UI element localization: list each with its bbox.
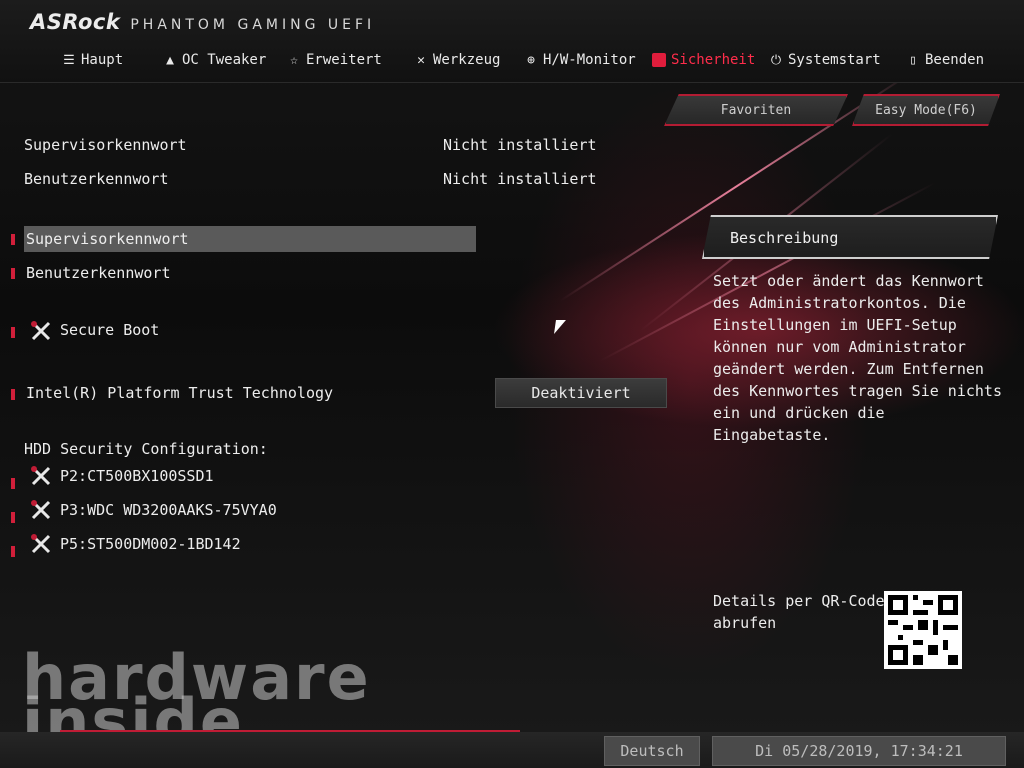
tab-erweitert[interactable]: ☆ Erweitert [287, 52, 382, 68]
tab-label: H/W-Monitor [543, 52, 636, 68]
favorites-button[interactable]: Favoriten [664, 94, 848, 126]
power-icon: ⏻ [770, 52, 782, 68]
exit-icon: ▯ [909, 52, 917, 68]
hdd-drive-item[interactable]: P3:WDC WD3200AAKS-75VYA0 [60, 501, 277, 519]
mouse-cursor-icon [554, 320, 566, 334]
list-icon: ☰ [63, 52, 75, 68]
ptt-option-label: Intel(R) Platform Trust Technology [26, 384, 334, 402]
row-marker [11, 546, 15, 557]
brand-name: ASRock [30, 10, 121, 34]
qr-code-image [888, 595, 958, 665]
crosshair-icon: ⊕ [527, 52, 535, 68]
tools-icon: ✕ [417, 52, 425, 68]
tab-sicherheit[interactable]: Sicherheit [652, 52, 755, 68]
top-bar: ASRock PHANTOM GAMING UEFI ☰ Haupt ▲ OC … [0, 0, 1024, 83]
row-marker [11, 512, 15, 523]
star-icon: ☆ [290, 52, 298, 68]
tab-label: Werkzeug [433, 52, 501, 68]
tab-beenden[interactable]: ▯ Beenden [906, 52, 984, 68]
row-marker [11, 389, 15, 400]
datetime-display: Di 05/28/2019, 17:34:21 [712, 736, 1006, 766]
main-nav: ☰ Haupt ▲ OC Tweaker ☆ Erweitert ✕ Werkz… [0, 52, 1024, 72]
tab-haupt[interactable]: ☰ Haupt [62, 52, 123, 68]
tab-label: Beenden [925, 52, 985, 68]
tab-label: Sicherheit [671, 52, 756, 68]
tab-hw-monitor[interactable]: ⊕ H/W-Monitor [524, 52, 636, 68]
brand-subtitle: PHANTOM GAMING UEFI [130, 17, 376, 33]
tab-werkzeug[interactable]: ✕ Werkzeug [414, 52, 500, 68]
status-supervisor-label: Supervisorkennwort [24, 136, 187, 154]
row-marker [11, 327, 15, 338]
qr-code [884, 591, 962, 669]
easy-mode-button[interactable]: Easy Mode(F6) [852, 94, 1000, 126]
tools-icon [31, 500, 51, 520]
tab-label: Systemstart [788, 52, 881, 68]
datetime-label: Di 05/28/2019, 17:34:21 [755, 742, 963, 760]
tools-icon [31, 534, 51, 554]
qr-label: Details per QR-Code abrufen [713, 592, 885, 632]
user-password-option[interactable]: Benutzerkennwort [26, 264, 171, 282]
description-title: Beschreibung [730, 229, 839, 247]
row-marker [11, 268, 15, 279]
ptt-value-button[interactable]: Deaktiviert [495, 378, 667, 408]
row-marker [11, 234, 15, 245]
easy-mode-label: Easy Mode(F6) [875, 102, 977, 118]
ptt-value: Deaktiviert [531, 384, 631, 402]
secure-boot-option[interactable]: Secure Boot [60, 321, 159, 339]
favorites-label: Favoriten [720, 102, 792, 118]
logo: ASRock PHANTOM GAMING UEFI [30, 10, 375, 34]
shield-icon [652, 53, 666, 67]
tools-icon [31, 466, 51, 486]
row-marker [11, 478, 15, 489]
description-text: Setzt oder ändert das Kennwort des Admin… [713, 272, 1002, 444]
rocket-icon: ▲ [166, 52, 174, 68]
tools-icon [31, 321, 51, 341]
language-button[interactable]: Deutsch [604, 736, 700, 766]
status-supervisor-value: Nicht installiert [443, 136, 597, 154]
hdd-drive-item[interactable]: P5:ST500DM002-1BD142 [60, 535, 241, 553]
status-user-label: Benutzerkennwort [24, 170, 169, 188]
hdd-heading: HDD Security Configuration: [24, 440, 268, 458]
status-user-value: Nicht installiert [443, 170, 597, 188]
hdd-drive-item[interactable]: P2:CT500BX100SSD1 [60, 467, 214, 485]
language-label: Deutsch [620, 742, 684, 760]
description-header: Beschreibung [702, 215, 998, 259]
tab-label: Haupt [81, 52, 124, 68]
supervisor-password-option[interactable]: Supervisorkennwort [26, 230, 189, 248]
tab-label: OC Tweaker [182, 52, 267, 68]
tab-oc-tweaker[interactable]: ▲ OC Tweaker [163, 52, 266, 68]
tab-systemstart[interactable]: ⏻ Systemstart [769, 52, 881, 68]
tab-label: Erweitert [306, 52, 382, 68]
